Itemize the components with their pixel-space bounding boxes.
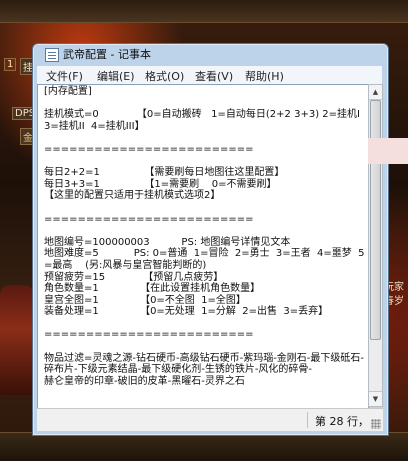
game-hud-label: 1 xyxy=(4,58,17,71)
game-top-bar xyxy=(0,0,408,23)
menu-view[interactable]: 查看(V) xyxy=(195,68,233,84)
menu-format[interactable]: 格式(O) xyxy=(145,68,184,84)
menu-help[interactable]: 帮助(H) xyxy=(245,68,284,84)
scroll-up-arrow-icon[interactable]: ▲ xyxy=(369,85,382,100)
menu-edit[interactable]: 编辑(E) xyxy=(97,68,135,84)
status-divider xyxy=(307,412,308,428)
overlay-block xyxy=(368,138,408,164)
resize-grip-icon[interactable] xyxy=(371,419,381,429)
menu-file[interactable]: 文件(F) xyxy=(46,68,83,84)
scroll-down-arrow-icon[interactable]: ▼ xyxy=(369,391,382,406)
window-title: 武帝配置 - 记事本 xyxy=(63,48,151,61)
notepad-icon xyxy=(45,48,59,62)
scroll-thumb[interactable] xyxy=(370,100,381,340)
status-bar: 第 28 行， xyxy=(37,408,383,431)
editor-content[interactable]: [内存配置] 挂机模式=0 【0=自动搬砖 1=自动每日(2+2 3+3) 2=… xyxy=(38,85,366,387)
vertical-scrollbar[interactable]: ▲ ▼ xyxy=(368,84,383,407)
game-bottom-bar xyxy=(0,432,408,461)
cursor-position: 第 28 行， xyxy=(315,415,369,428)
notepad-window: 武帝配置 - 记事本 文件(F) 编辑(E) 格式(O) 查看(V) 帮助(H)… xyxy=(32,43,389,436)
menu-bar: 文件(F) 编辑(E) 格式(O) 查看(V) 帮助(H) xyxy=(37,66,382,84)
title-bar[interactable]: 武帝配置 - 记事本 xyxy=(33,44,388,64)
game-character xyxy=(0,285,34,395)
text-editor[interactable]: [内存配置] 挂机模式=0 【0=自动搬砖 1=自动每日(2+2 3+3) 2=… xyxy=(37,84,369,409)
